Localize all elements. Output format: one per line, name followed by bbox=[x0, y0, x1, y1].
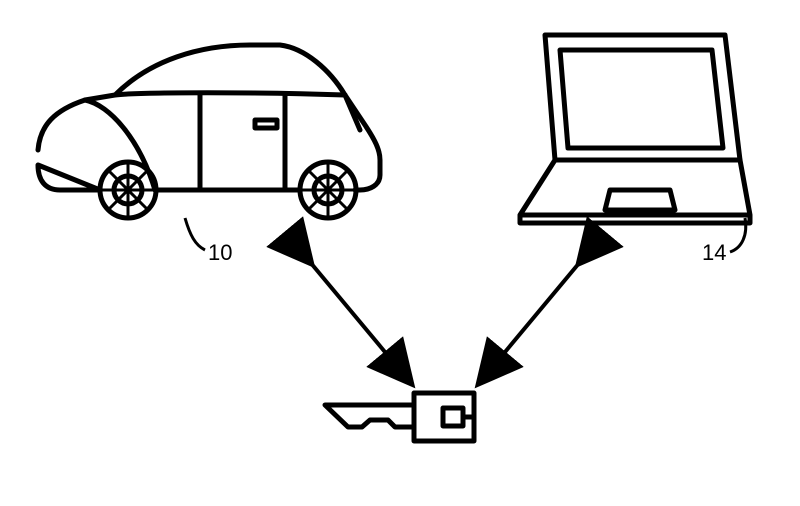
vehicle-ref-label: 10 bbox=[208, 240, 232, 266]
arrows bbox=[0, 0, 800, 506]
laptop-ref-label: 14 bbox=[702, 240, 726, 266]
